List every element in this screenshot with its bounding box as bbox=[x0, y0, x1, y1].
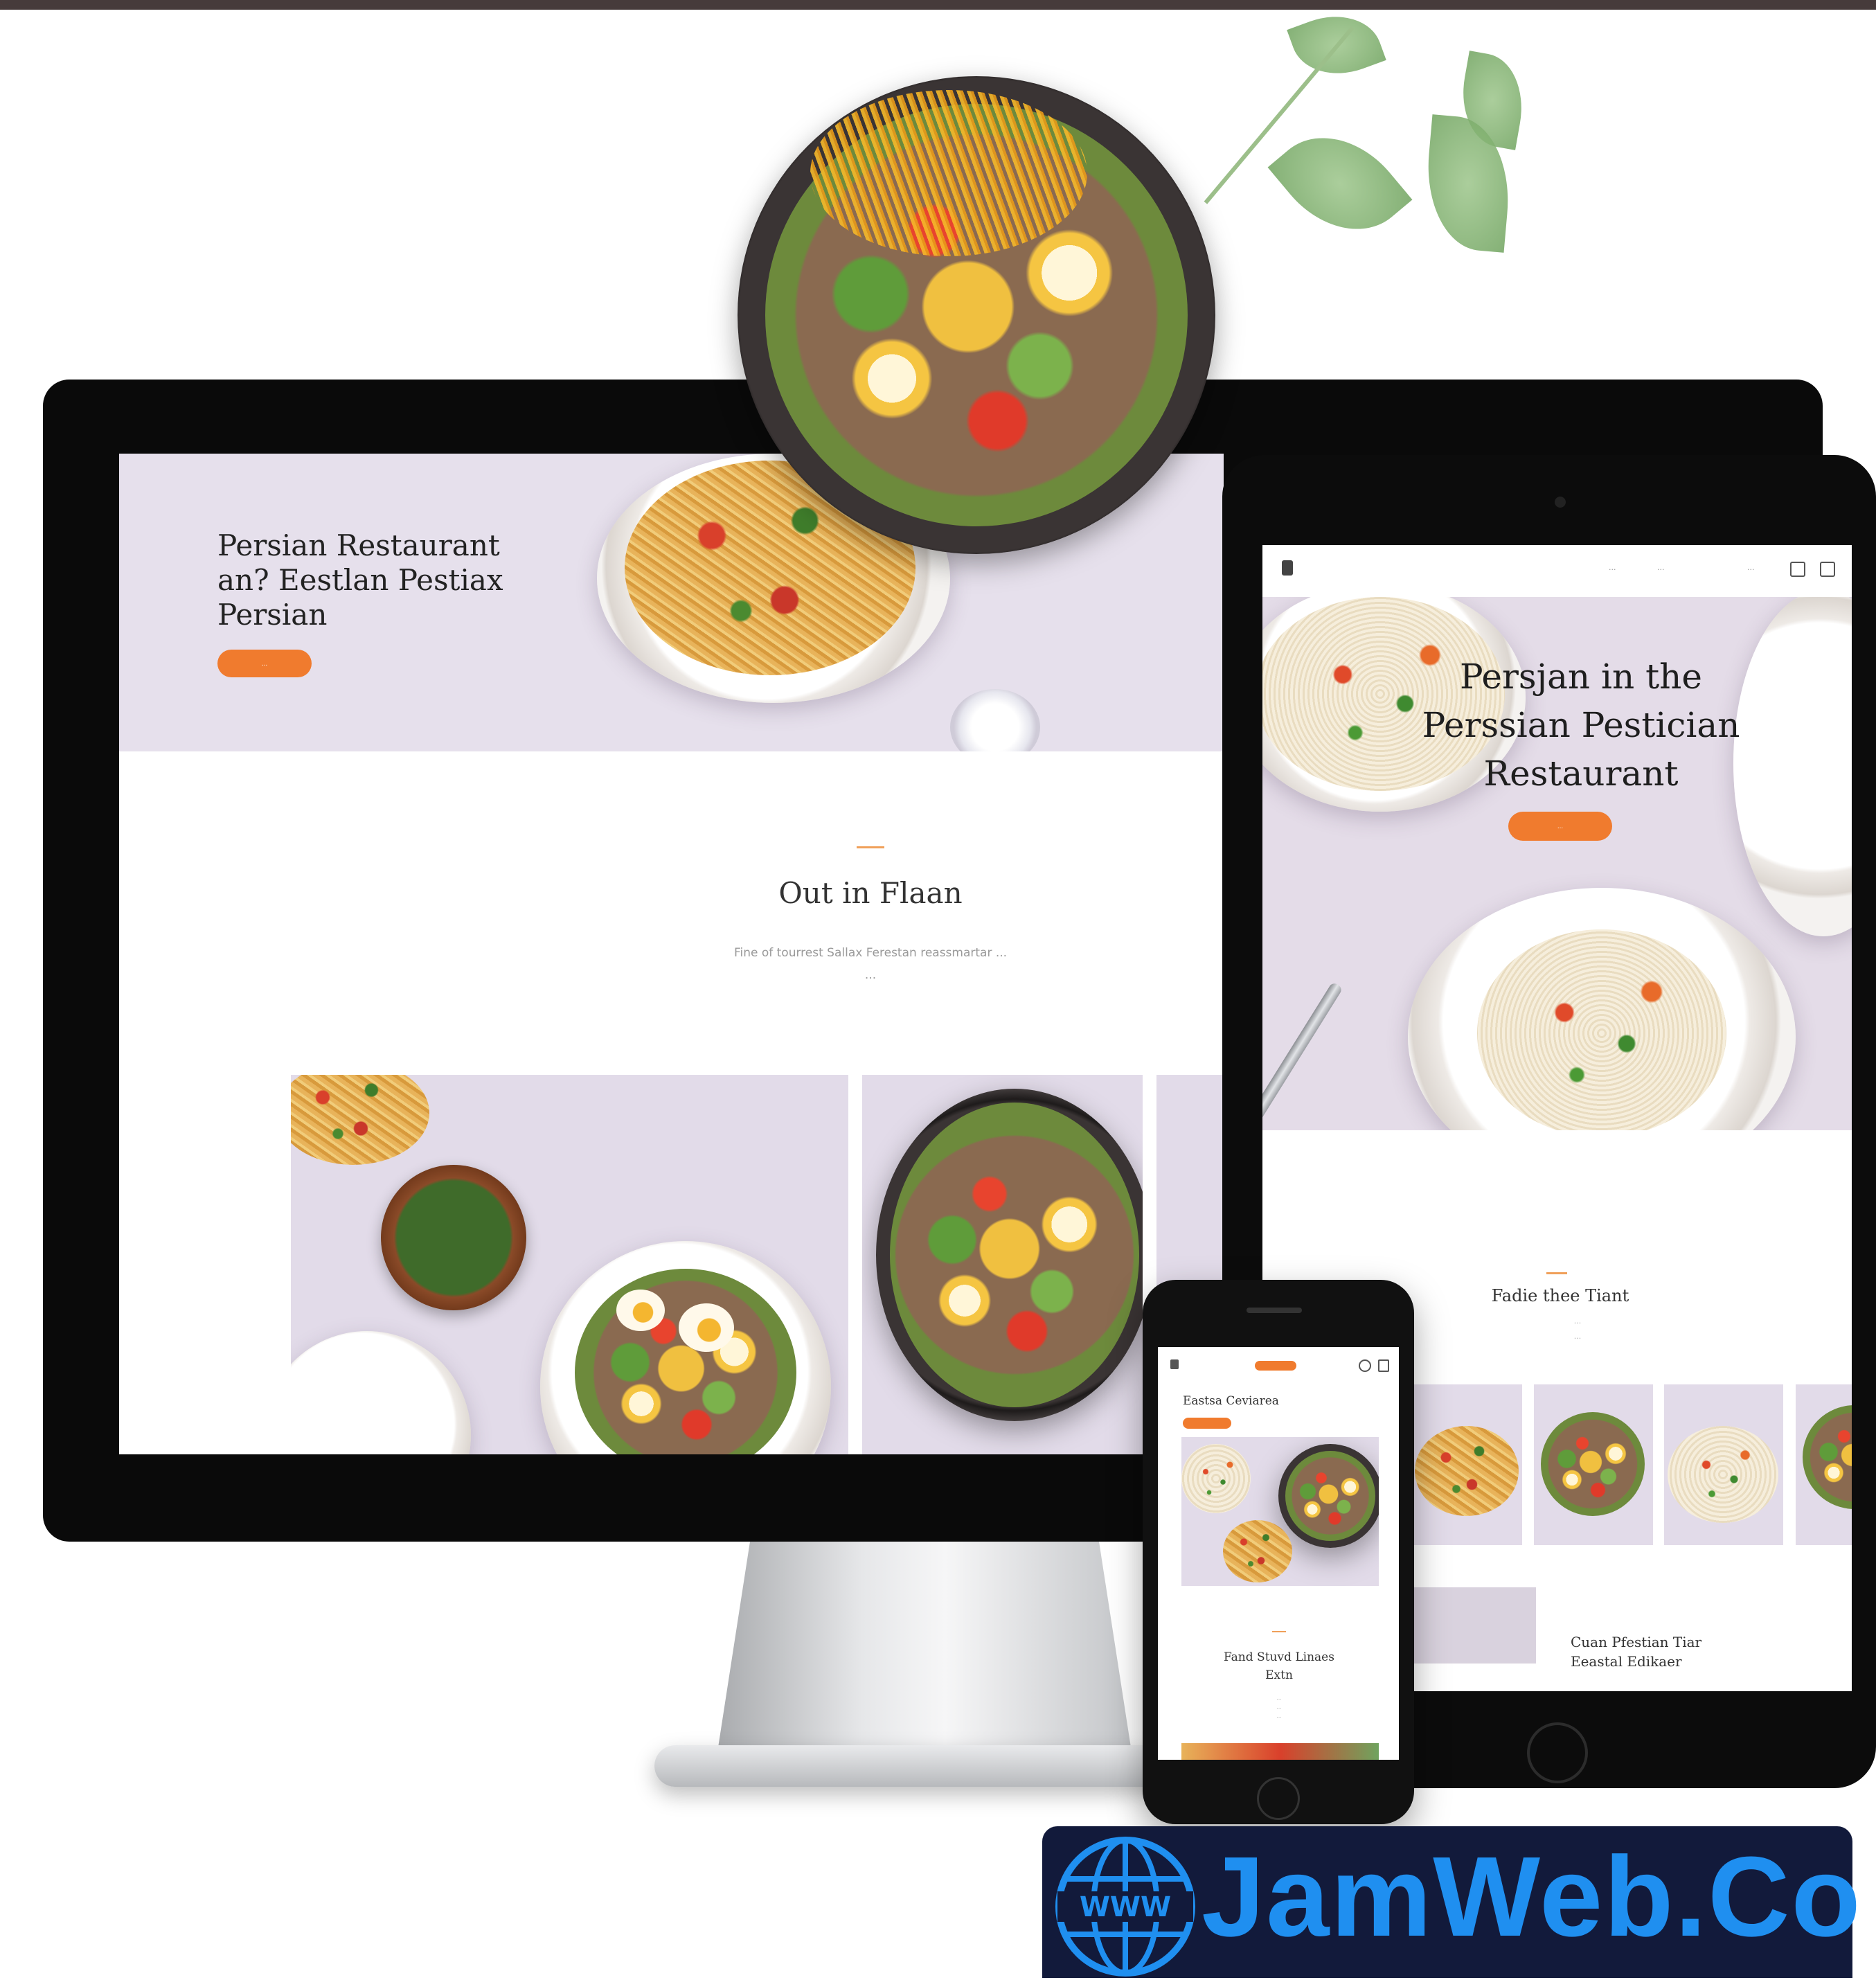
search-icon[interactable] bbox=[1359, 1359, 1371, 1372]
cart-icon[interactable] bbox=[1790, 562, 1805, 577]
tablet-camera bbox=[1555, 497, 1566, 508]
tablet-section-title: Fadie thee Tiant bbox=[1491, 1286, 1629, 1305]
phone-hero-image bbox=[1181, 1437, 1379, 1586]
brand-name: JamWeb.Co bbox=[1201, 1833, 1862, 1960]
monitor-stand bbox=[717, 1542, 1132, 1756]
gallery-thumb bbox=[1664, 1384, 1783, 1545]
section-divider bbox=[1272, 1631, 1286, 1632]
phone-speaker bbox=[1247, 1308, 1302, 1313]
gallery-thumb bbox=[1796, 1384, 1852, 1545]
phone-section-title: Fand Stuvd Linaes Extn bbox=[1224, 1650, 1334, 1682]
desktop-section-title: Out in Flaan bbox=[778, 876, 963, 910]
tablet-navbar: ... ... ... bbox=[1262, 545, 1852, 597]
top-border bbox=[0, 0, 1876, 10]
logo-icon[interactable] bbox=[1170, 1359, 1179, 1369]
desktop-hero-title: Persian Restaurant an? Eestlan Pestiax P… bbox=[217, 528, 503, 632]
gallery-image-mixed-dishes bbox=[291, 1075, 848, 1454]
noodle-food bbox=[1477, 929, 1726, 1130]
menu-icon[interactable] bbox=[1378, 1359, 1389, 1372]
tablet-home-button[interactable] bbox=[1527, 1722, 1588, 1783]
phone-gallery-strip bbox=[1181, 1743, 1379, 1760]
phone-hero-cta-button[interactable] bbox=[1183, 1418, 1231, 1429]
gallery-thumb bbox=[1411, 1384, 1522, 1545]
nav-link[interactable]: ... bbox=[1609, 563, 1616, 572]
desktop-hero-cta-button[interactable]: ... bbox=[217, 650, 312, 677]
menu-icon[interactable] bbox=[1820, 562, 1835, 577]
brand-banner: WWW JamWeb.Co bbox=[1042, 1826, 1861, 1978]
small-dish-image bbox=[950, 689, 1040, 751]
phone-screen: Eastsa Ceviarea Fand Stuvd Linaes Extn .… bbox=[1158, 1347, 1399, 1760]
monitor-stand-base bbox=[654, 1745, 1195, 1787]
gallery-thumb bbox=[1534, 1384, 1653, 1545]
desktop-screen: Persian Restaurant an? Eestlan Pestiax P… bbox=[119, 454, 1224, 1454]
globe-label: WWW bbox=[1080, 1891, 1171, 1923]
tablet-section-text: ... ... bbox=[1573, 1317, 1582, 1341]
phone-home-button[interactable] bbox=[1257, 1777, 1300, 1820]
phone-hero-title: Eastsa Ceviarea bbox=[1183, 1394, 1279, 1408]
section-divider bbox=[1546, 1272, 1567, 1274]
globe-icon: WWW bbox=[1055, 1837, 1195, 1977]
nav-link[interactable]: ... bbox=[1747, 563, 1755, 572]
tablet-bottom-title: Cuan Pfestian Tiar Eeastal Edikaer bbox=[1571, 1634, 1702, 1670]
tablet-hero-cta-button[interactable]: ... bbox=[1508, 812, 1612, 841]
tablet-hero-title: Persjan in the Perssian Pestician Restau… bbox=[1422, 657, 1740, 794]
nav-link[interactable]: ... bbox=[1657, 563, 1665, 572]
shredded-cheese bbox=[810, 90, 1087, 256]
logo-icon[interactable] bbox=[1282, 560, 1293, 576]
section-divider bbox=[857, 846, 884, 848]
brand-badge bbox=[1255, 1361, 1296, 1371]
desktop-section-text: Fine of tourrest Sallax Ferestan reassma… bbox=[733, 946, 1008, 982]
tablet-hero: Persjan in the Perssian Pestician Restau… bbox=[1262, 597, 1852, 1130]
phone-section-text: ... ... ... bbox=[1276, 1695, 1282, 1719]
gallery-image-salad-bowl bbox=[862, 1075, 1143, 1454]
fork-icon bbox=[1262, 981, 1343, 1130]
